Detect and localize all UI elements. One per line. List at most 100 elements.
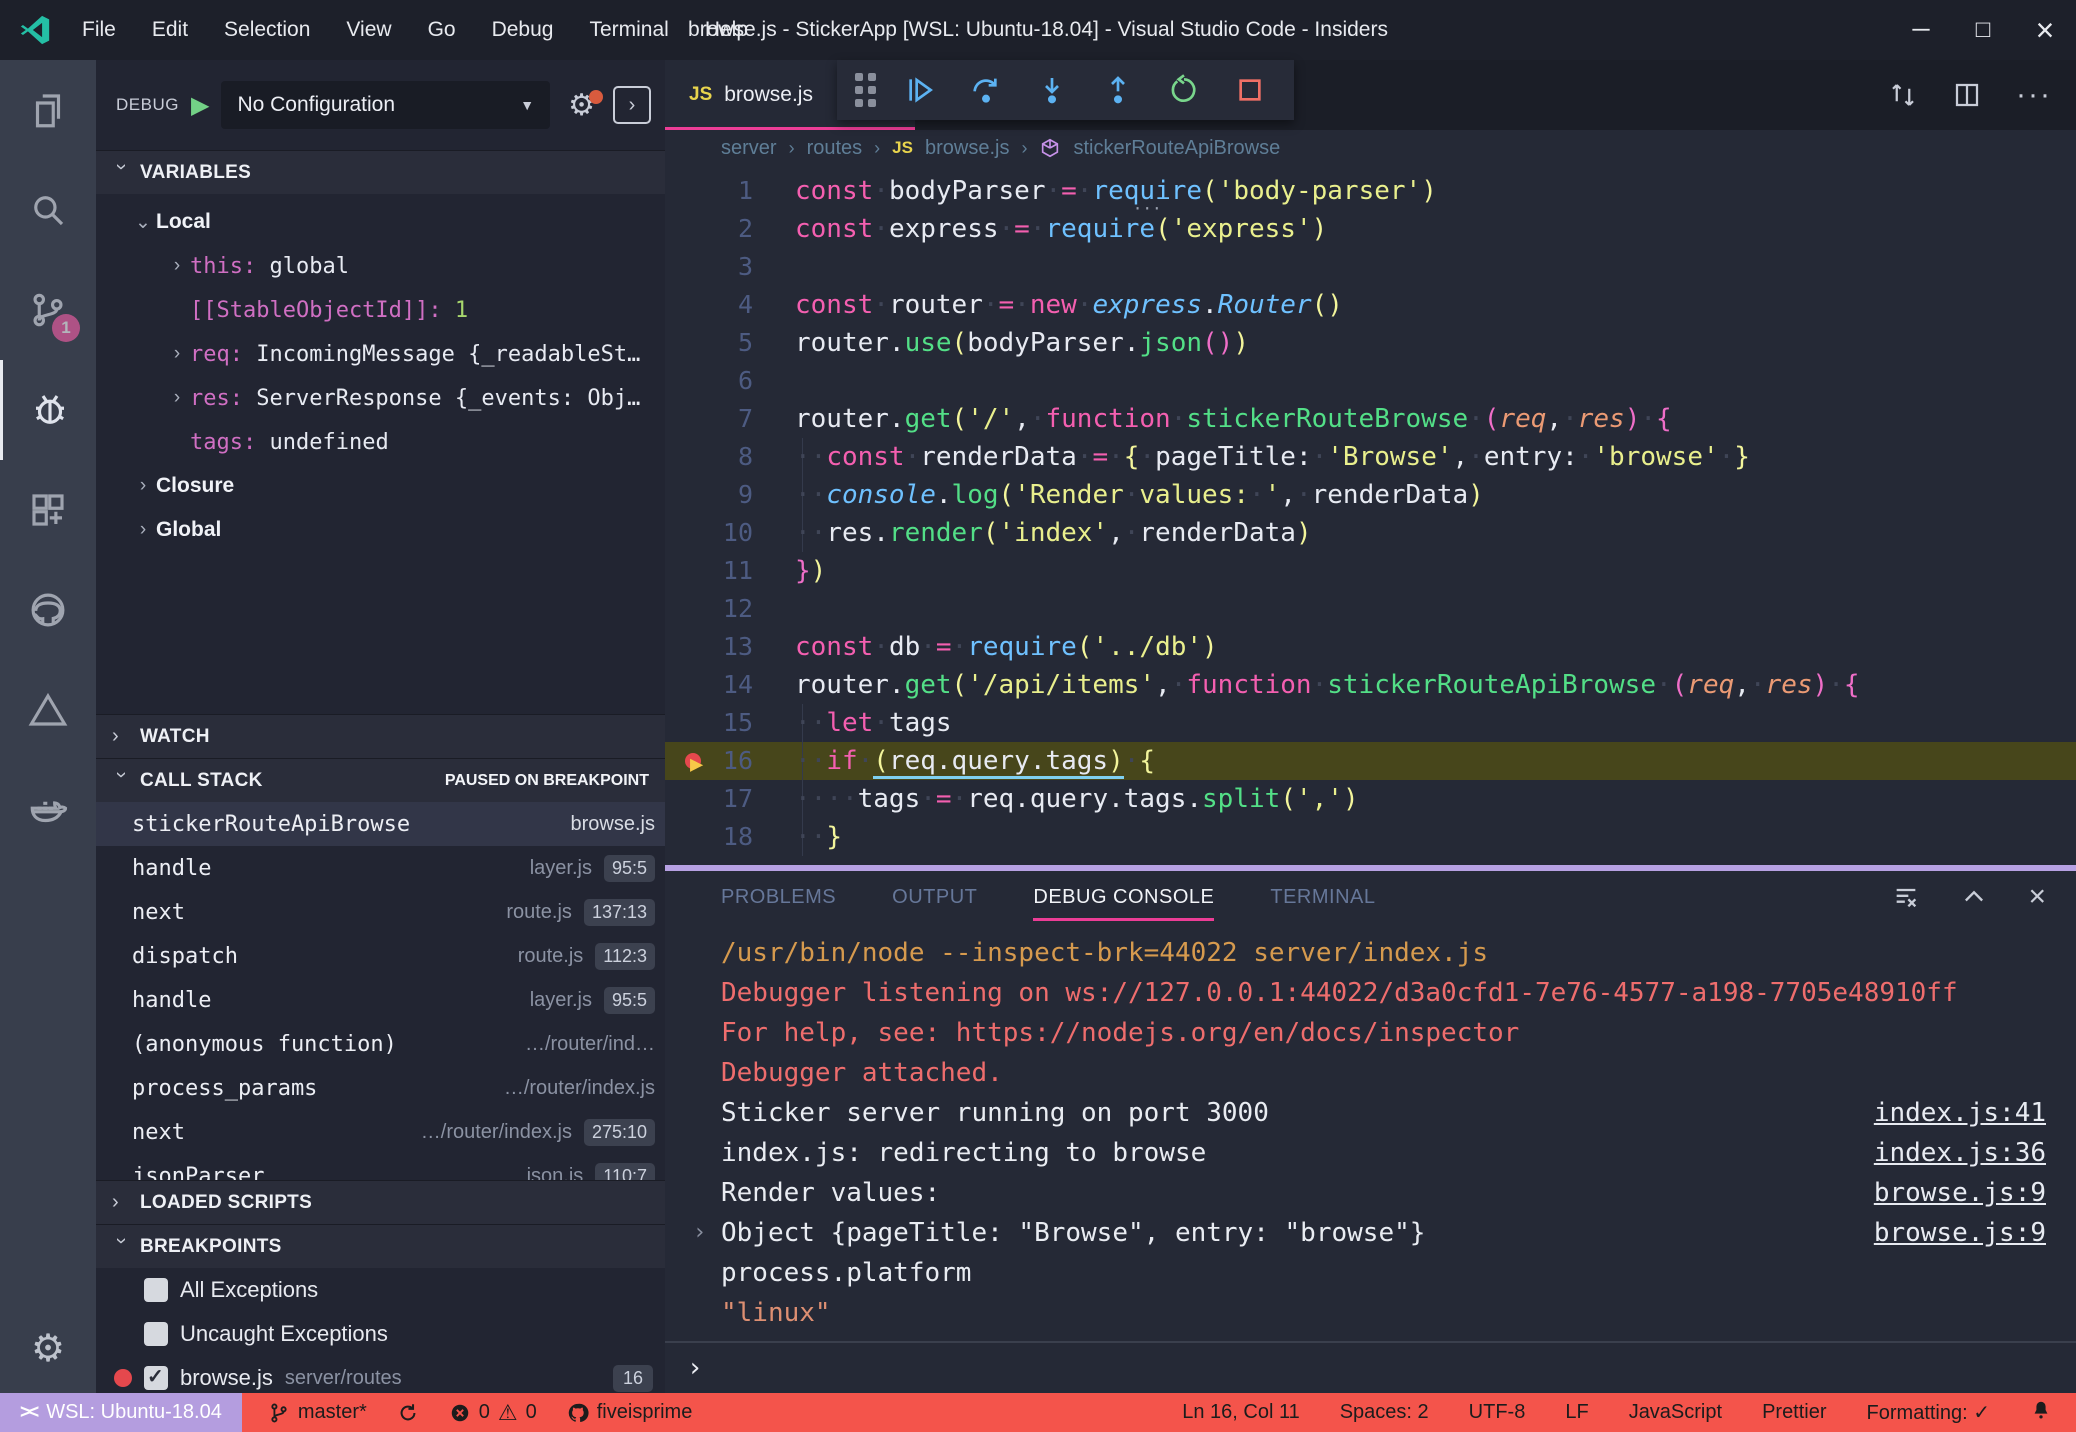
account-item[interactable]: fiveisprime (567, 1401, 692, 1424)
split-editor-icon[interactable] (1952, 80, 1982, 110)
variable-row[interactable]: › req: IncomingMessage {_readableSt… (96, 332, 665, 376)
toolbar-drag-handle[interactable] (855, 73, 876, 107)
breakpoint-row[interactable]: All Exceptions (96, 1268, 665, 1312)
language-item[interactable]: JavaScript (1629, 1401, 1722, 1424)
line-number[interactable]: 17 (665, 780, 753, 818)
remote-indicator[interactable]: >< WSL: Ubuntu-18.04 (0, 1393, 242, 1432)
line-number[interactable]: 1 (665, 172, 753, 210)
code-line-9[interactable]: 9 ··console.log('Render·values:·',·render… (665, 476, 2076, 514)
open-debug-console-icon[interactable]: › (613, 86, 651, 124)
call-stack-frame[interactable]: (anonymous function) …/router/ind… (96, 1022, 665, 1066)
open-changes-icon[interactable] (1888, 80, 1918, 110)
eol-item[interactable]: LF (1565, 1401, 1588, 1424)
continue-button[interactable] (894, 66, 946, 114)
call-stack-frame[interactable]: handle layer.js 95:5 (96, 846, 665, 890)
close-panel-icon[interactable]: × (2028, 880, 2046, 914)
variable-row[interactable]: › this: global (96, 244, 665, 288)
prettier-item[interactable]: Prettier (1762, 1401, 1826, 1424)
menu-edit[interactable]: Edit (138, 12, 202, 48)
indentation-item[interactable]: Spaces: 2 (1340, 1401, 1429, 1424)
github-icon[interactable] (0, 560, 96, 660)
call-stack-frame[interactable]: stickerRouteApiBrowse browse.js (96, 802, 665, 846)
console-line[interactable]: process.platform (665, 1253, 2076, 1293)
start-debug-icon[interactable]: ▶ (191, 91, 209, 120)
line-number[interactable]: 9 (665, 476, 753, 514)
code-editor[interactable]: 1const·bodyParser·=·require('body-parser… (665, 166, 2076, 865)
code-line-12[interactable]: 12 (665, 590, 2076, 628)
console-line[interactable]: Render values: browse.js:9 (665, 1173, 2076, 1213)
line-number[interactable]: 6 (665, 362, 753, 400)
console-line[interactable]: Debugger attached. (665, 1053, 2076, 1093)
step-over-button[interactable] (960, 66, 1012, 114)
stop-button[interactable] (1224, 66, 1276, 114)
code-line-13[interactable]: 13 const·db·=·require('../db') (665, 628, 2076, 666)
debug-config-dropdown[interactable]: No Configuration ▼ (221, 81, 551, 129)
tab-problems[interactable]: PROBLEMS (721, 871, 836, 923)
search-icon[interactable] (0, 160, 96, 260)
menu-file[interactable]: File (68, 12, 130, 48)
settings-gear-icon[interactable]: ⚙ (31, 1303, 65, 1393)
line-number[interactable]: 8 (665, 438, 753, 476)
variable-row[interactable]: › Closure (96, 464, 665, 508)
line-number[interactable]: 2 (665, 210, 753, 248)
source-link[interactable]: index.js:41 (1874, 1093, 2046, 1133)
source-link[interactable]: browse.js:9 (1874, 1173, 2046, 1213)
code-line-6[interactable]: 6 (665, 362, 2076, 400)
source-control-icon[interactable]: 1 (0, 260, 96, 360)
more-actions-icon[interactable]: ··· (2016, 78, 2052, 112)
breadcrumb-routes[interactable]: routes (807, 137, 863, 160)
breakpoint-checkbox[interactable] (144, 1322, 168, 1346)
menu-terminal[interactable]: Terminal (575, 12, 682, 48)
code-line-2[interactable]: 2 const·express·=·require('express') (665, 210, 2076, 248)
menu-go[interactable]: Go (414, 12, 470, 48)
code-line-3[interactable]: 3 (665, 248, 2076, 286)
cursor-position-item[interactable]: Ln 16, Col 11 (1182, 1401, 1300, 1424)
tab-output[interactable]: OUTPUT (892, 871, 977, 923)
breakpoints-section-header[interactable]: › BREAKPOINTS (96, 1224, 665, 1268)
console-line[interactable]: /usr/bin/node --inspect-brk=44022 server… (665, 933, 2076, 973)
call-stack-frame[interactable]: jsonParser json.js 110:7 (96, 1154, 665, 1180)
source-link[interactable]: index.js:36 (1874, 1133, 2046, 1173)
debug-console-input[interactable]: › (665, 1341, 2076, 1393)
paused-breakpoint-icon[interactable]: ▶ (685, 750, 711, 777)
code-line-5[interactable]: 5 router.use(bodyParser.json()) (665, 324, 2076, 362)
git-branch-item[interactable]: master* (268, 1401, 367, 1424)
breadcrumb-server[interactable]: server (721, 137, 777, 160)
line-number[interactable]: 15 (665, 704, 753, 742)
code-line-16[interactable]: 16 ▶ ··if·(req.query.tags)·{ (665, 742, 2076, 780)
line-number[interactable]: 4 (665, 286, 753, 324)
code-line-18[interactable]: 18 ··} (665, 818, 2076, 856)
step-into-button[interactable] (1026, 66, 1078, 114)
line-number[interactable]: 12 (665, 590, 753, 628)
notifications-bell-icon[interactable] (2030, 1399, 2052, 1427)
problems-item[interactable]: 0 ⚠ 0 (449, 1400, 537, 1426)
console-line[interactable]: index.js: redirecting to browse index.js:… (665, 1133, 2076, 1173)
code-line-4[interactable]: 4 const·router·=·new·express.Router() (665, 286, 2076, 324)
source-link[interactable]: browse.js:9 (1874, 1213, 2046, 1253)
code-line-11[interactable]: 11}) (665, 552, 2076, 590)
variables-section-header[interactable]: › VARIABLES (96, 150, 665, 194)
formatting-item[interactable]: Formatting: ✓ (1867, 1400, 1990, 1425)
menu-selection[interactable]: Selection (210, 12, 324, 48)
docker-icon[interactable] (0, 760, 96, 860)
code-line-7[interactable]: 7 router.get('/',·function·stickerRouteBr… (665, 400, 2076, 438)
menu-debug[interactable]: Debug (478, 12, 568, 48)
call-stack-frame[interactable]: next …/router/index.js 275:10 (96, 1110, 665, 1154)
call-stack-frame[interactable]: next route.js 137:13 (96, 890, 665, 934)
variable-row[interactable]: [[StableObjectId]]: 1 (96, 288, 665, 332)
variable-row[interactable]: ⌄ Local (96, 200, 665, 244)
clear-console-icon[interactable] (1892, 883, 1920, 911)
code-line-14[interactable]: 14 router.get('/api/items',·function·stic… (665, 666, 2076, 704)
code-line-17[interactable]: 17 ····tags·=·req.query.tags.split(',') (665, 780, 2076, 818)
line-number[interactable]: 13 (665, 628, 753, 666)
variable-row[interactable]: › Global (96, 508, 665, 552)
code-line-10[interactable]: 10 ··res.render('index',·renderData) (665, 514, 2076, 552)
breadcrumb-symbol[interactable]: stickerRouteApiBrowse (1073, 137, 1280, 160)
call-stack-frame[interactable]: handle layer.js 95:5 (96, 978, 665, 1022)
code-line-1[interactable]: 1const·bodyParser·=·require('body-parser… (665, 172, 2076, 210)
encoding-item[interactable]: UTF-8 (1469, 1401, 1526, 1424)
extensions-icon[interactable] (0, 460, 96, 560)
line-number[interactable]: 18 (665, 818, 753, 856)
sync-item[interactable] (397, 1402, 419, 1424)
line-number[interactable]: 10 (665, 514, 753, 552)
